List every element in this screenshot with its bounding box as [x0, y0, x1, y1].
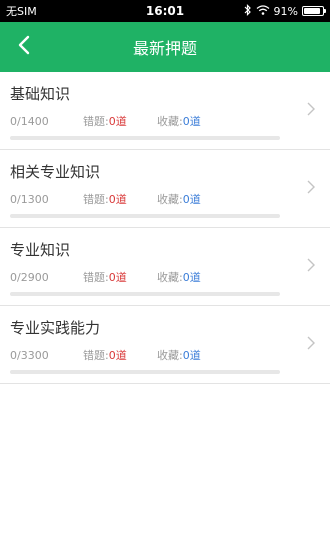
progress-count: 0/1300 [10, 193, 49, 206]
error-value: 0道 [108, 349, 127, 362]
list-item[interactable]: 基础知识 0/1400 错题:0道 收藏:0道 [0, 72, 330, 150]
nav-bar: 最新押题 [0, 22, 330, 72]
list-item[interactable]: 相关专业知识 0/1300 错题:0道 收藏:0道 [0, 150, 330, 228]
favorite-label: 收藏: [157, 193, 183, 206]
favorite-value: 0道 [182, 115, 201, 128]
favorite-label: 收藏: [157, 115, 183, 128]
error-count: 错题:0道 [83, 115, 157, 129]
item-stats: 0/2900 错题:0道 收藏:0道 [10, 271, 330, 285]
chevron-right-icon [306, 179, 316, 194]
favorite-label: 收藏: [157, 349, 183, 362]
error-label: 错题: [83, 349, 109, 362]
status-bar: 无SIM 16:01 91% [0, 0, 330, 22]
favorite-value: 0道 [182, 193, 201, 206]
chevron-left-icon [18, 35, 30, 59]
list-item[interactable]: 专业知识 0/2900 错题:0道 收藏:0道 [0, 228, 330, 306]
error-value: 0道 [108, 193, 127, 206]
favorite-value: 0道 [182, 271, 201, 284]
battery-icon [302, 6, 326, 16]
wifi-icon [256, 4, 270, 18]
status-left: 无SIM [6, 3, 37, 19]
item-title: 专业实践能力 [10, 319, 101, 337]
item-stats: 0/1400 错题:0道 收藏:0道 [10, 115, 330, 129]
error-label: 错题: [83, 271, 109, 284]
error-value: 0道 [108, 271, 127, 284]
list-item[interactable]: 专业实践能力 0/3300 错题:0道 收藏:0道 [0, 306, 330, 384]
error-value: 0道 [108, 115, 127, 128]
progress-bar [10, 136, 280, 140]
page-title: 最新押题 [132, 39, 197, 58]
item-title: 专业知识 [10, 241, 71, 259]
favorite-count: 收藏:0道 [157, 271, 201, 285]
favorite-label: 收藏: [157, 271, 183, 284]
error-count: 错题:0道 [83, 193, 157, 207]
subject-list: 基础知识 0/1400 错题:0道 收藏:0道 相关专业知识 0/1300 错题… [0, 72, 330, 384]
progress-bar [10, 214, 280, 218]
error-count: 错题:0道 [83, 271, 157, 285]
item-title: 基础知识 [10, 85, 71, 103]
chevron-right-icon [306, 101, 316, 116]
favorite-count: 收藏:0道 [157, 193, 201, 207]
progress-count: 0/1400 [10, 115, 49, 128]
item-title: 相关专业知识 [10, 163, 101, 181]
error-count: 错题:0道 [83, 349, 157, 363]
error-label: 错题: [83, 193, 109, 206]
error-label: 错题: [83, 115, 109, 128]
chevron-right-icon [306, 335, 316, 350]
status-right: 91% [244, 3, 326, 19]
battery-fill [304, 8, 321, 14]
carrier-label: 无SIM [6, 5, 37, 18]
item-stats: 0/3300 错题:0道 收藏:0道 [10, 349, 330, 363]
progress-count: 0/2900 [10, 271, 49, 284]
progress-count: 0/3300 [10, 349, 49, 362]
progress-bar [10, 370, 280, 374]
chevron-right-icon [306, 257, 316, 272]
back-button[interactable] [0, 22, 48, 72]
favorite-value: 0道 [182, 349, 201, 362]
progress-bar [10, 292, 280, 296]
item-stats: 0/1300 错题:0道 收藏:0道 [10, 193, 330, 207]
battery-percent: 91% [273, 4, 298, 18]
bluetooth-icon [244, 3, 252, 19]
favorite-count: 收藏:0道 [157, 349, 201, 363]
favorite-count: 收藏:0道 [157, 115, 201, 129]
